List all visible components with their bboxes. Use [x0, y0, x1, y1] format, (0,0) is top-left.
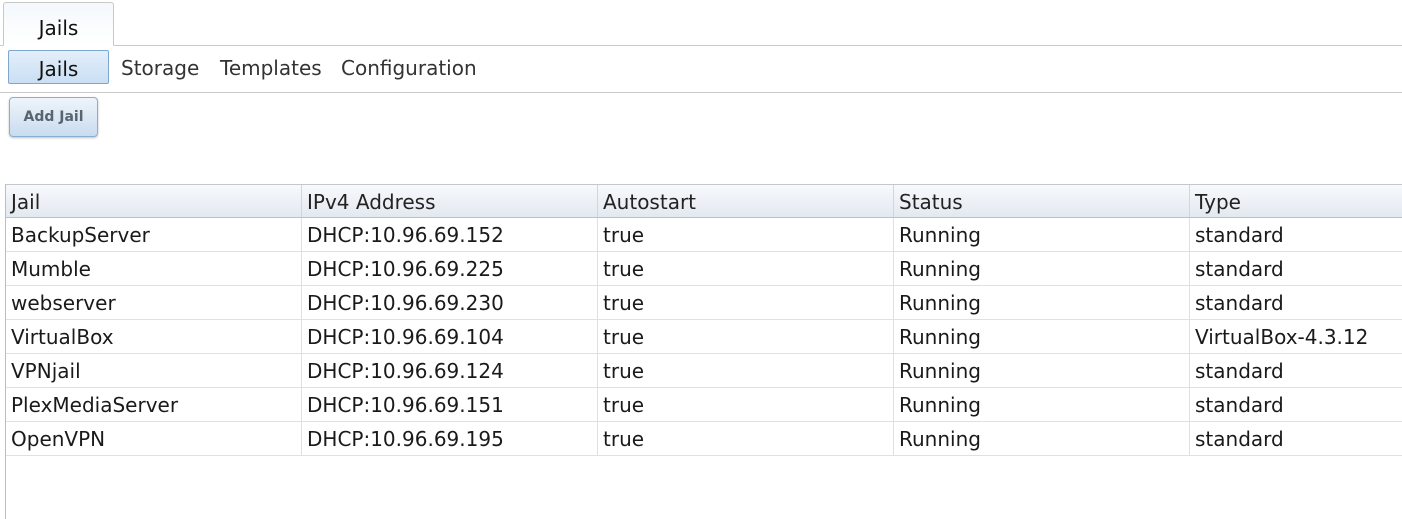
table-row[interactable]: VPNjail DHCP:10.96.69.124 true Running s…	[6, 354, 1402, 388]
cell-autostart: true	[598, 286, 894, 319]
column-header-autostart[interactable]: Autostart	[598, 185, 894, 217]
subnav-storage[interactable]: Storage	[121, 50, 199, 84]
cell-type: standard	[1195, 427, 1284, 451]
subnav-templates[interactable]: Templates	[220, 50, 322, 84]
table-row[interactable]: webserver DHCP:10.96.69.230 true Running…	[6, 286, 1402, 320]
cell-status: Running	[894, 354, 1190, 387]
cell-status: Running	[894, 388, 1190, 421]
cell-type: standard	[1195, 359, 1284, 383]
table-row[interactable]: BackupServer DHCP:10.96.69.152 true Runn…	[6, 218, 1402, 252]
table-row[interactable]: PlexMediaServer DHCP:10.96.69.151 true R…	[6, 388, 1402, 422]
cell-status: Running	[894, 252, 1190, 285]
cell-autostart: true	[598, 422, 894, 455]
cell-autostart: true	[598, 218, 894, 251]
cell-ipv4-address: DHCP:10.96.69.225	[302, 252, 598, 285]
cell-jail: OpenVPN	[6, 422, 302, 455]
cell-type: standard	[1195, 291, 1284, 315]
column-header-ipv4-address[interactable]: IPv4 Address	[302, 185, 598, 217]
cell-status: Running	[894, 422, 1190, 455]
table-header: Jail IPv4 Address Autostart Status Type	[6, 184, 1402, 218]
cell-ipv4-address: DHCP:10.96.69.104	[302, 320, 598, 353]
cell-jail: webserver	[6, 286, 302, 319]
cell-status: Running	[894, 218, 1190, 251]
cell-autostart: true	[598, 252, 894, 285]
cell-jail: VPNjail	[6, 354, 302, 387]
top-tab-bar: Jails	[0, 0, 1402, 46]
table-row[interactable]: Mumble DHCP:10.96.69.225 true Running st…	[6, 252, 1402, 286]
cell-jail: VirtualBox	[6, 320, 302, 353]
subnav-configuration[interactable]: Configuration	[341, 50, 477, 84]
cell-type: standard	[1195, 223, 1284, 247]
cell-autostart: true	[598, 354, 894, 387]
cell-status: Running	[894, 320, 1190, 353]
cell-ipv4-address: DHCP:10.96.69.152	[302, 218, 598, 251]
cell-type: standard	[1195, 393, 1284, 417]
cell-jail: Mumble	[6, 252, 302, 285]
table-row[interactable]: OpenVPN DHCP:10.96.69.195 true Running s…	[6, 422, 1402, 456]
cell-type: standard	[1195, 257, 1284, 281]
cell-autostart: true	[598, 388, 894, 421]
subnav-jails[interactable]: Jails	[8, 50, 109, 84]
column-header-type[interactable]: Type	[1190, 185, 1402, 217]
cell-jail: PlexMediaServer	[6, 388, 302, 421]
cell-ipv4-address: DHCP:10.96.69.230	[302, 286, 598, 319]
cell-jail: BackupServer	[6, 218, 302, 251]
tab-jails[interactable]: Jails	[3, 2, 114, 46]
cell-ipv4-address: DHCP:10.96.69.151	[302, 388, 598, 421]
cell-autostart: true	[598, 320, 894, 353]
column-header-jail[interactable]: Jail	[6, 185, 302, 217]
cell-ipv4-address: DHCP:10.96.69.124	[302, 354, 598, 387]
column-header-status[interactable]: Status	[894, 185, 1190, 217]
table-row[interactable]: VirtualBox DHCP:10.96.69.104 true Runnin…	[6, 320, 1402, 354]
jails-app: Jails Jails Storage Templates Configurat…	[0, 0, 1402, 519]
cell-type: VirtualBox-4.3.12	[1195, 325, 1369, 349]
jails-table: Jail IPv4 Address Autostart Status Type …	[6, 184, 1402, 456]
cell-ipv4-address: DHCP:10.96.69.195	[302, 422, 598, 455]
sub-navigation: Jails Storage Templates Configuration	[0, 46, 1402, 93]
add-jail-button[interactable]: Add Jail	[9, 97, 98, 137]
cell-status: Running	[894, 286, 1190, 319]
